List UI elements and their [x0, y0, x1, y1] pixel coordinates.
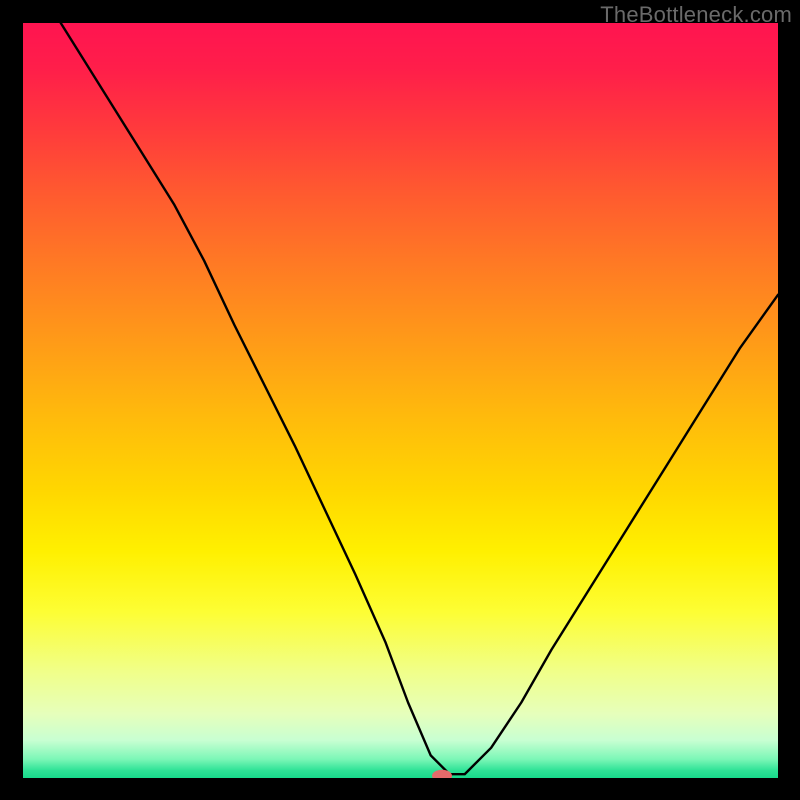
plot-area — [23, 23, 778, 778]
gradient-background — [23, 23, 778, 778]
plot-svg — [23, 23, 778, 778]
chart-canvas: TheBottleneck.com — [0, 0, 800, 800]
